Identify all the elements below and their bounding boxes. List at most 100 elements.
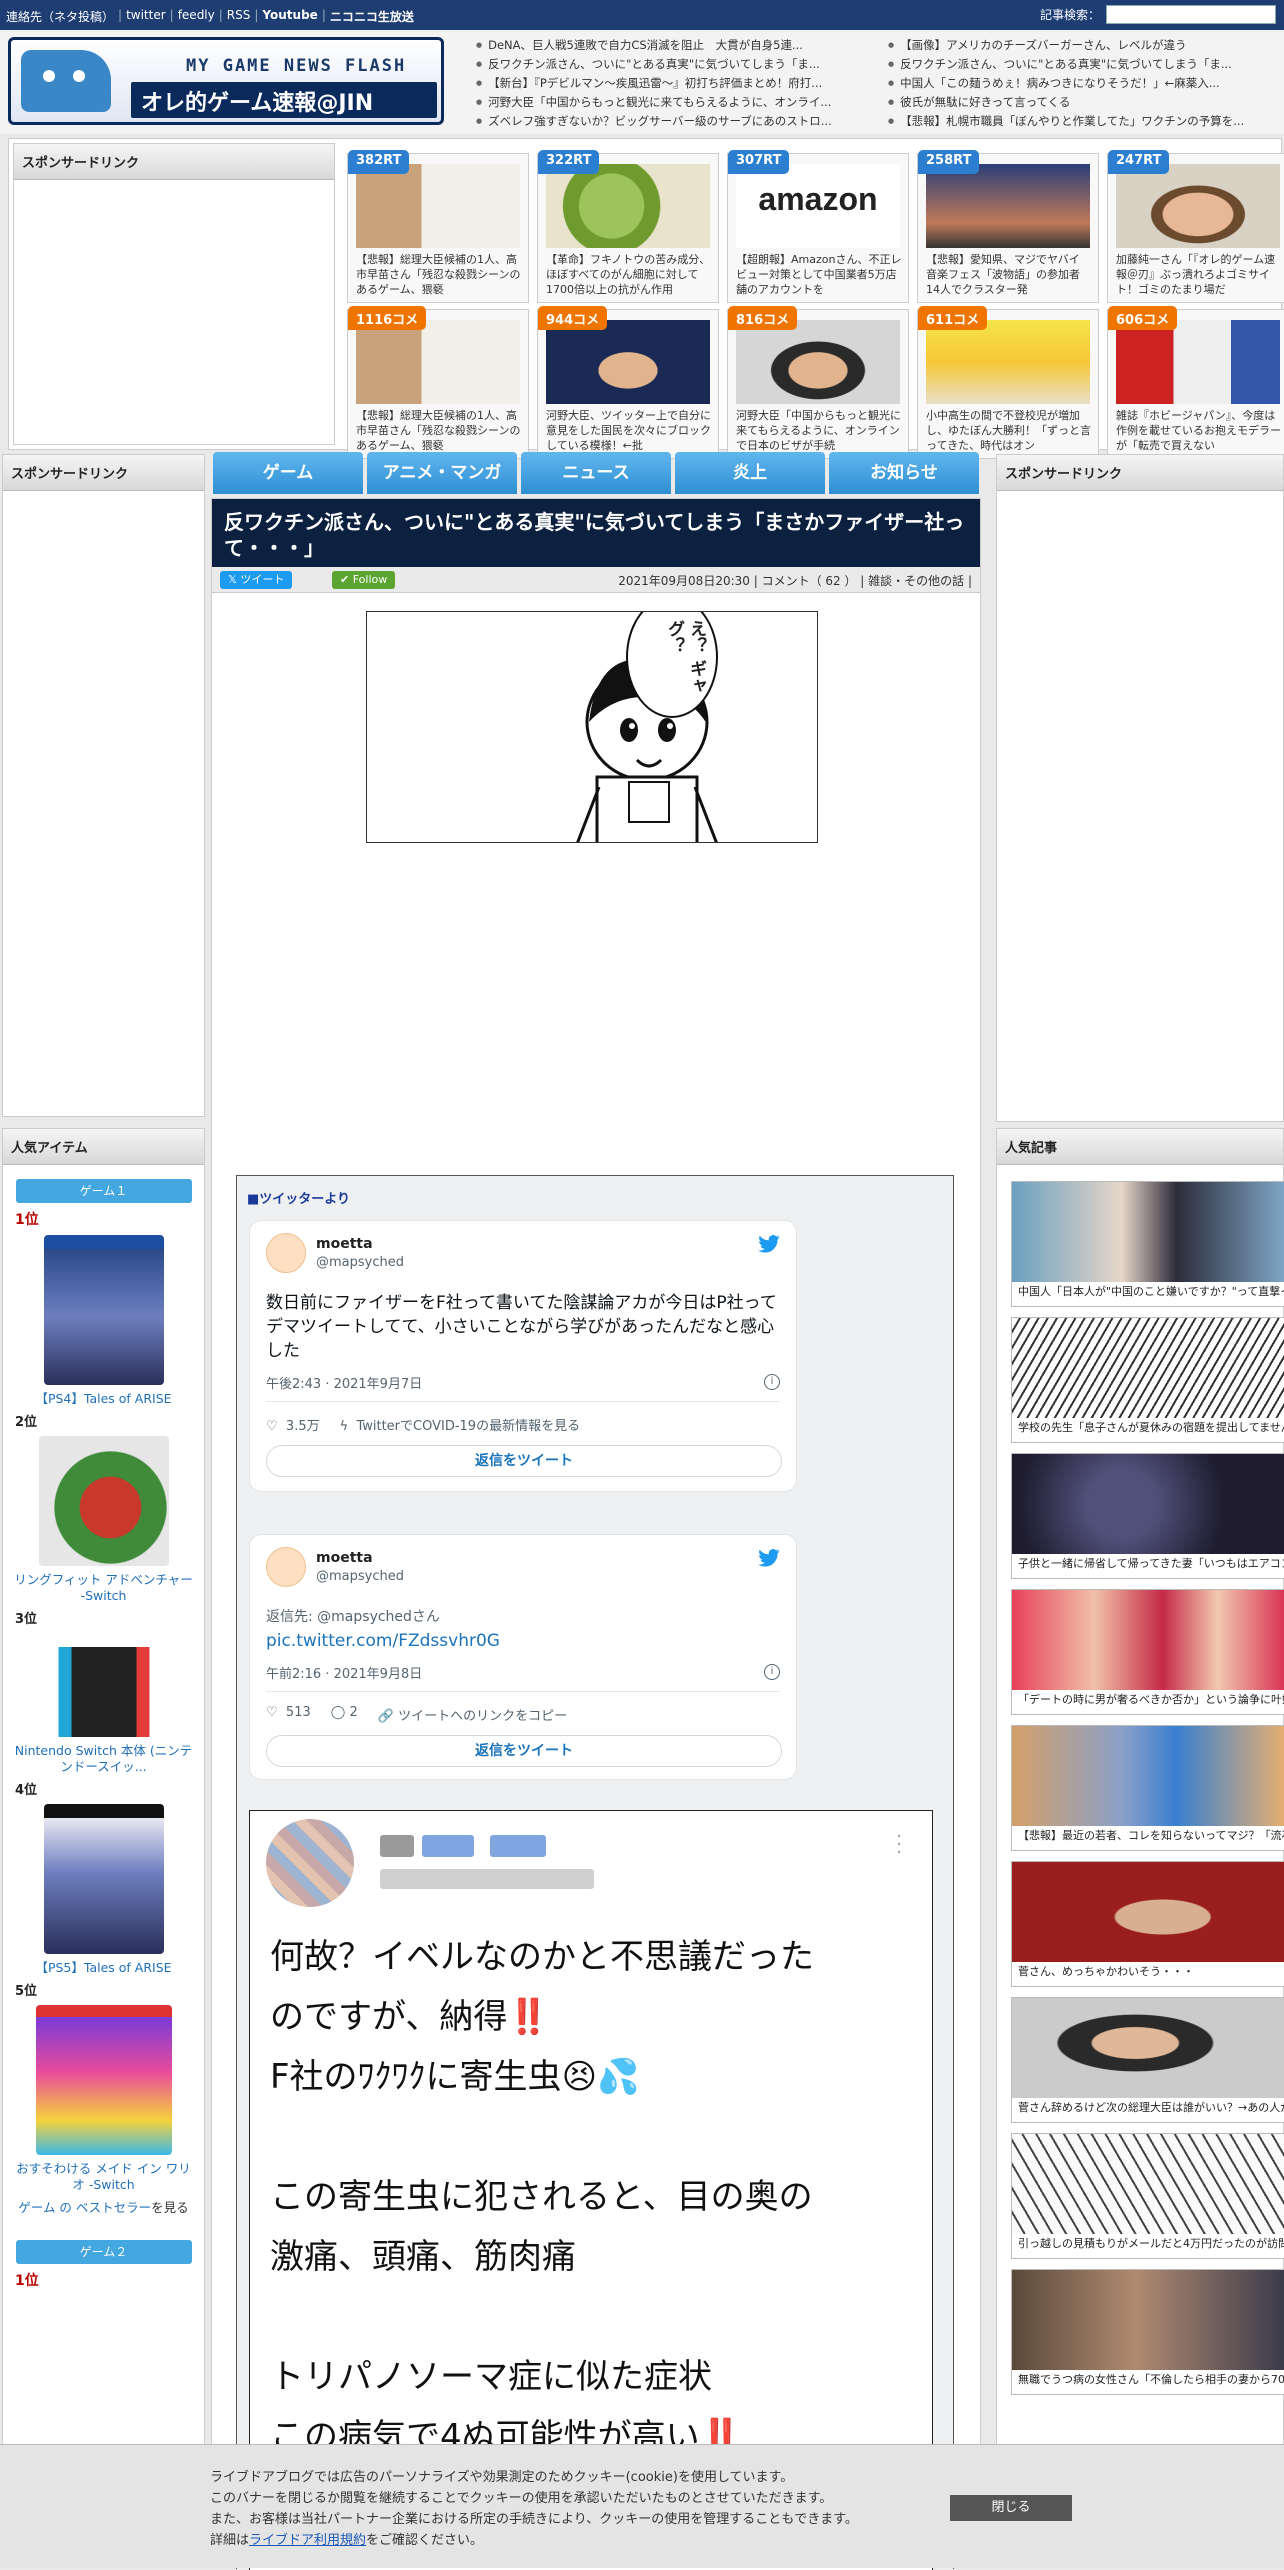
rt-card[interactable]: 247RT 加藤純一さん「『オレ的ゲーム速報＠刃』ぶっ潰れろよゴミサイト！ゴミの… (1107, 150, 1284, 303)
comment-badge: 944コメ (538, 306, 608, 330)
contact-link[interactable]: 連絡先（ネタ投稿） (6, 8, 114, 25)
article-date-comments[interactable]: 2021年09月08日20:30 | コメント（ 62 ） | 雑談・その他の話… (618, 572, 972, 589)
article-caption[interactable]: 菅さん辞めるけど次の総理大臣は誰がいい？→あの人が圧倒的人気に！ (1018, 2101, 1284, 2122)
headline-link[interactable]: 彼氏が無駄に好きって言ってくる (888, 93, 1278, 112)
terms-link[interactable]: ライブドア利用規約 (249, 2533, 366, 2548)
avatar[interactable] (266, 1547, 306, 1587)
product-item[interactable]: 【PS4】Tales of ARISE (14, 1235, 194, 1407)
tweet-author-handle[interactable]: @mapsyched (316, 1255, 404, 1270)
headline-link[interactable]: 【新台】『Pデビルマン～疾風迅雷～』初打ち評価まとめ！府打... (476, 74, 866, 93)
product-item[interactable]: リングフィット アドベンチャー -Switch (14, 1436, 194, 1604)
like-action[interactable]: ♡ 3.5万 (266, 1415, 320, 1434)
popular-article[interactable]: 引っ越しの見積もりがメールだと4万円だったのが訪問見積りで10万円になったので理… (1011, 2133, 1284, 2259)
tab-enjo[interactable]: 炎上 (675, 452, 825, 494)
reply-action[interactable]: ◯ 2 (331, 1705, 358, 1724)
rt-card[interactable]: amazon 307RT 【超朗報】Amazonさん、不正レビュー対策として中国… (727, 150, 909, 303)
screenshot-line: 何故？イベルなのかと不思議だった (270, 1937, 814, 1977)
like-action[interactable]: ♡ 513 (266, 1705, 311, 1724)
genre-button-game1[interactable]: ゲーム１ (15, 1179, 192, 1203)
search-input[interactable] (1106, 5, 1276, 24)
tab-news[interactable]: ニュース (521, 452, 671, 494)
popular-article[interactable]: 「デートの時に男が奢るべきか否か」という論争に叶姉妹が参戦→レベルが違いすぎて誰… (1011, 1589, 1284, 1715)
comment-card[interactable]: 1116コメ 【悲報】総理大臣候補の1人、高市早苗さん「残忍な殺戮シーンのあるゲ… (347, 306, 529, 459)
tab-game[interactable]: ゲーム (213, 452, 363, 494)
comment-card[interactable]: 606コメ 雑誌『ホビージャパン』、今度は作例を載せているお抱えモデラーが「転売… (1107, 306, 1284, 459)
article-caption[interactable]: 引っ越しの見積もりがメールだと4万円だったのが訪問見積りで10万円になったので理… (1018, 2237, 1284, 2258)
rt-card[interactable]: 258RT 【悲報】愛知県、マジでヤバイ 音楽フェス「波物語」の参加者14人でク… (917, 150, 1099, 303)
youtube-link[interactable]: Youtube (262, 8, 317, 25)
popular-article[interactable]: 菅さん辞めるけど次の総理大臣は誰がいい？→あの人が圧倒的人気に！ (1011, 1997, 1284, 2123)
tweet-share-button[interactable]: 𝕏 ツイート (220, 571, 293, 589)
tweet-author-handle[interactable]: @mapsyched (316, 1569, 404, 1584)
product-title[interactable]: リングフィット アドベンチャー -Switch (14, 1572, 194, 1604)
reply-tweet-button[interactable]: 返信をツイート (266, 1445, 782, 1477)
article-caption[interactable]: 子供と一緒に帰省して帰ってきた妻「いつもはエアコンの設定温度が28℃なのに23度… (1018, 1557, 1284, 1578)
article-caption[interactable]: 菅さん、めっちゃかわいそう・・・ (1018, 1965, 1284, 1986)
tweet-image-link[interactable]: pic.twitter.com/FZdssvhr0G (266, 1629, 778, 1653)
comment-card[interactable]: 816コメ 河野大臣「中国からもっと観光に来てもらえるように、オンラインで日本の… (727, 306, 909, 459)
product-title[interactable]: 【PS4】Tales of ARISE (14, 1391, 194, 1407)
rt-card[interactable]: 322RT 【革命】フキノトウの苦み成分、ほぼすべてのがん細胞に対して1700倍… (537, 150, 719, 303)
bestseller-link[interactable]: ゲーム の ベストセラーを見る (3, 2197, 204, 2216)
feedly-link[interactable]: feedly (178, 8, 215, 25)
article-caption[interactable]: 中国人「日本人が"中国のこと嫌いですか？"って直撃インタビューしてみた」→結果・… (1018, 1285, 1284, 1306)
headline-link[interactable]: 中国人「この麺うめぇ！病みつきになりそうだ！」←麻薬入... (888, 74, 1278, 93)
popular-article[interactable]: 菅さん、めっちゃかわいそう・・・ (1011, 1861, 1284, 1987)
headline-link[interactable]: 【画像】アメリカのチーズバーガーさん、レベルが違う (888, 36, 1278, 55)
blurred-name (490, 1835, 546, 1857)
tweet-timestamp[interactable]: 午前2:16 · 2021年9月8日 (266, 1663, 422, 1682)
headline-link[interactable]: ズベレフ強すぎないか？ビッグサーバー級のサーブにあのストロ... (476, 112, 866, 131)
popular-article[interactable]: 中国人「日本人が"中国のこと嫌いですか？"って直撃インタビューしてみた」→結果・… (1011, 1181, 1284, 1307)
reply-tweet-button[interactable]: 返信をツイート (266, 1735, 782, 1767)
product-title[interactable]: 【PS5】Tales of ARISE (14, 1960, 194, 1976)
covid-info-link[interactable]: ϟ TwitterでCOVID-19の最新情報を見る (340, 1415, 580, 1434)
tweet-timestamp[interactable]: 午後2:43 · 2021年9月7日 (266, 1373, 422, 1392)
copy-link-action[interactable]: 🔗 ツイートへのリンクをコピー (378, 1705, 567, 1724)
product-item[interactable]: おすそわける メイド イン ワリオ -Switch (14, 2005, 194, 2193)
twitter-bird-icon[interactable] (758, 1235, 780, 1253)
embedded-tweet[interactable]: moetta @mapsyched 返信先: @mapsychedさん pic.… (249, 1534, 797, 1780)
embedded-tweet[interactable]: moetta @mapsyched 数日前にファイザーをF社って書いてた陰謀論ア… (249, 1220, 797, 1492)
headline-link[interactable]: 反ワクチン派さん、ついに"とある真実"に気づいてしまう「ま... (888, 55, 1278, 74)
follow-button[interactable]: ✔ Follow (332, 571, 396, 589)
twitter-bird-icon[interactable] (758, 1549, 780, 1567)
comment-card[interactable]: 611コメ 小中高生の間で不登校児が増加し、ゆたぼん大勝利！「ずっと言ってきた、… (917, 306, 1099, 459)
product-title[interactable]: Nintendo Switch 本体 (ニンテンドースイッ... (14, 1743, 194, 1775)
tab-notice[interactable]: お知らせ (829, 452, 979, 494)
headline-list-right: 【画像】アメリカのチーズバーガーさん、レベルが違う 反ワクチン派さん、ついに"と… (888, 36, 1278, 131)
avatar[interactable] (266, 1233, 306, 1273)
twitter-link[interactable]: twitter (126, 8, 166, 25)
article-caption[interactable]: 学校の先生「息子さんが夏休みの宿題を提出してません」親「7月中に終わらせてたはず… (1018, 1421, 1284, 1442)
headline-link[interactable]: 反ワクチン派さん、ついに"とある真実"に気づいてしまう「ま... (476, 55, 866, 74)
headline-link[interactable]: 河野大臣「中国からもっと観光に来てもらえるように、オンライ... (476, 93, 866, 112)
comment-card[interactable]: 944コメ 河野大臣、ツイッター上で自分に意見をした国民を次々にブロックしている… (537, 306, 719, 459)
headline-link[interactable]: 【悲報】札幌市職員「ぼんやりと作業してた」ワクチンの予算を... (888, 112, 1278, 131)
popular-article[interactable]: 無職でうつ病の女性さん「不倫したら相手の妻から700万円慰謝料請求されたんだが・… (1011, 2269, 1284, 2395)
rss-link[interactable]: RSS (227, 8, 251, 25)
tweet-author-name[interactable]: moetta (316, 1550, 373, 1566)
genre-button-game2[interactable]: ゲーム２ (15, 2240, 192, 2264)
blurred-avatar (266, 1819, 354, 1907)
info-icon[interactable]: i (764, 1374, 780, 1390)
cookie-close-button[interactable]: 閉じる (950, 2495, 1072, 2521)
popular-article[interactable]: 子供と一緒に帰省して帰ってきた妻「いつもはエアコンの設定温度が28℃なのに23度… (1011, 1453, 1284, 1579)
screenshot-line-with-emoji: F社のﾜｸﾜｸに寄生虫😣💦 (270, 2057, 640, 2097)
article-caption[interactable]: 「デートの時に男が奢るべきか否か」という論争に叶姉妹が参戦→レベルが違いすぎて誰… (1018, 1693, 1284, 1714)
rt-card[interactable]: 382RT 【悲報】総理大臣候補の1人、高市早苗さん「残忍な殺戮シーンのあるゲー… (347, 150, 529, 303)
product-item[interactable]: 【PS5】Tales of ARISE (14, 1804, 194, 1976)
popular-article[interactable]: 【悲報】最近の若者、コレを知らないってマジ？「流石にネタなのでは？」「若い人は見… (1011, 1725, 1284, 1851)
product-item[interactable]: Nintendo Switch 本体 (ニンテンドースイッ... (14, 1647, 194, 1775)
sponsor-heading: スポンサードリンク (14, 144, 334, 180)
info-icon[interactable]: i (764, 1664, 780, 1680)
article-caption[interactable]: 【悲報】最近の若者、コレを知らないってマジ？「流石にネタなのでは？」「若い人は見… (1018, 1829, 1284, 1850)
tab-anime-manga[interactable]: アニメ・マンガ (367, 452, 517, 494)
tweet-author-name[interactable]: moetta (316, 1236, 373, 1252)
headline-link[interactable]: DeNA、巨人戦5連敗で自力CS消滅を阻止 大貫が自身5連... (476, 36, 866, 55)
product-title[interactable]: おすそわける メイド イン ワリオ -Switch (14, 2161, 194, 2193)
site-logo[interactable]: MY GAME NEWS FLASH オレ的ゲーム速報@JIN (8, 37, 444, 125)
article-caption[interactable]: 無職でうつ病の女性さん「不倫したら相手の妻から700万円慰謝料請求されたんだが・… (1018, 2373, 1284, 2394)
niconico-link[interactable]: ニコニコ生放送 (330, 8, 414, 25)
card-caption: 河野大臣「中国からもっと観光に来てもらえるように、オンラインで日本のビザが手続 (736, 409, 901, 452)
divider (266, 1691, 780, 1692)
popular-article[interactable]: 学校の先生「息子さんが夏休みの宿題を提出してません」親「7月中に終わらせてたはず… (1011, 1317, 1284, 1443)
